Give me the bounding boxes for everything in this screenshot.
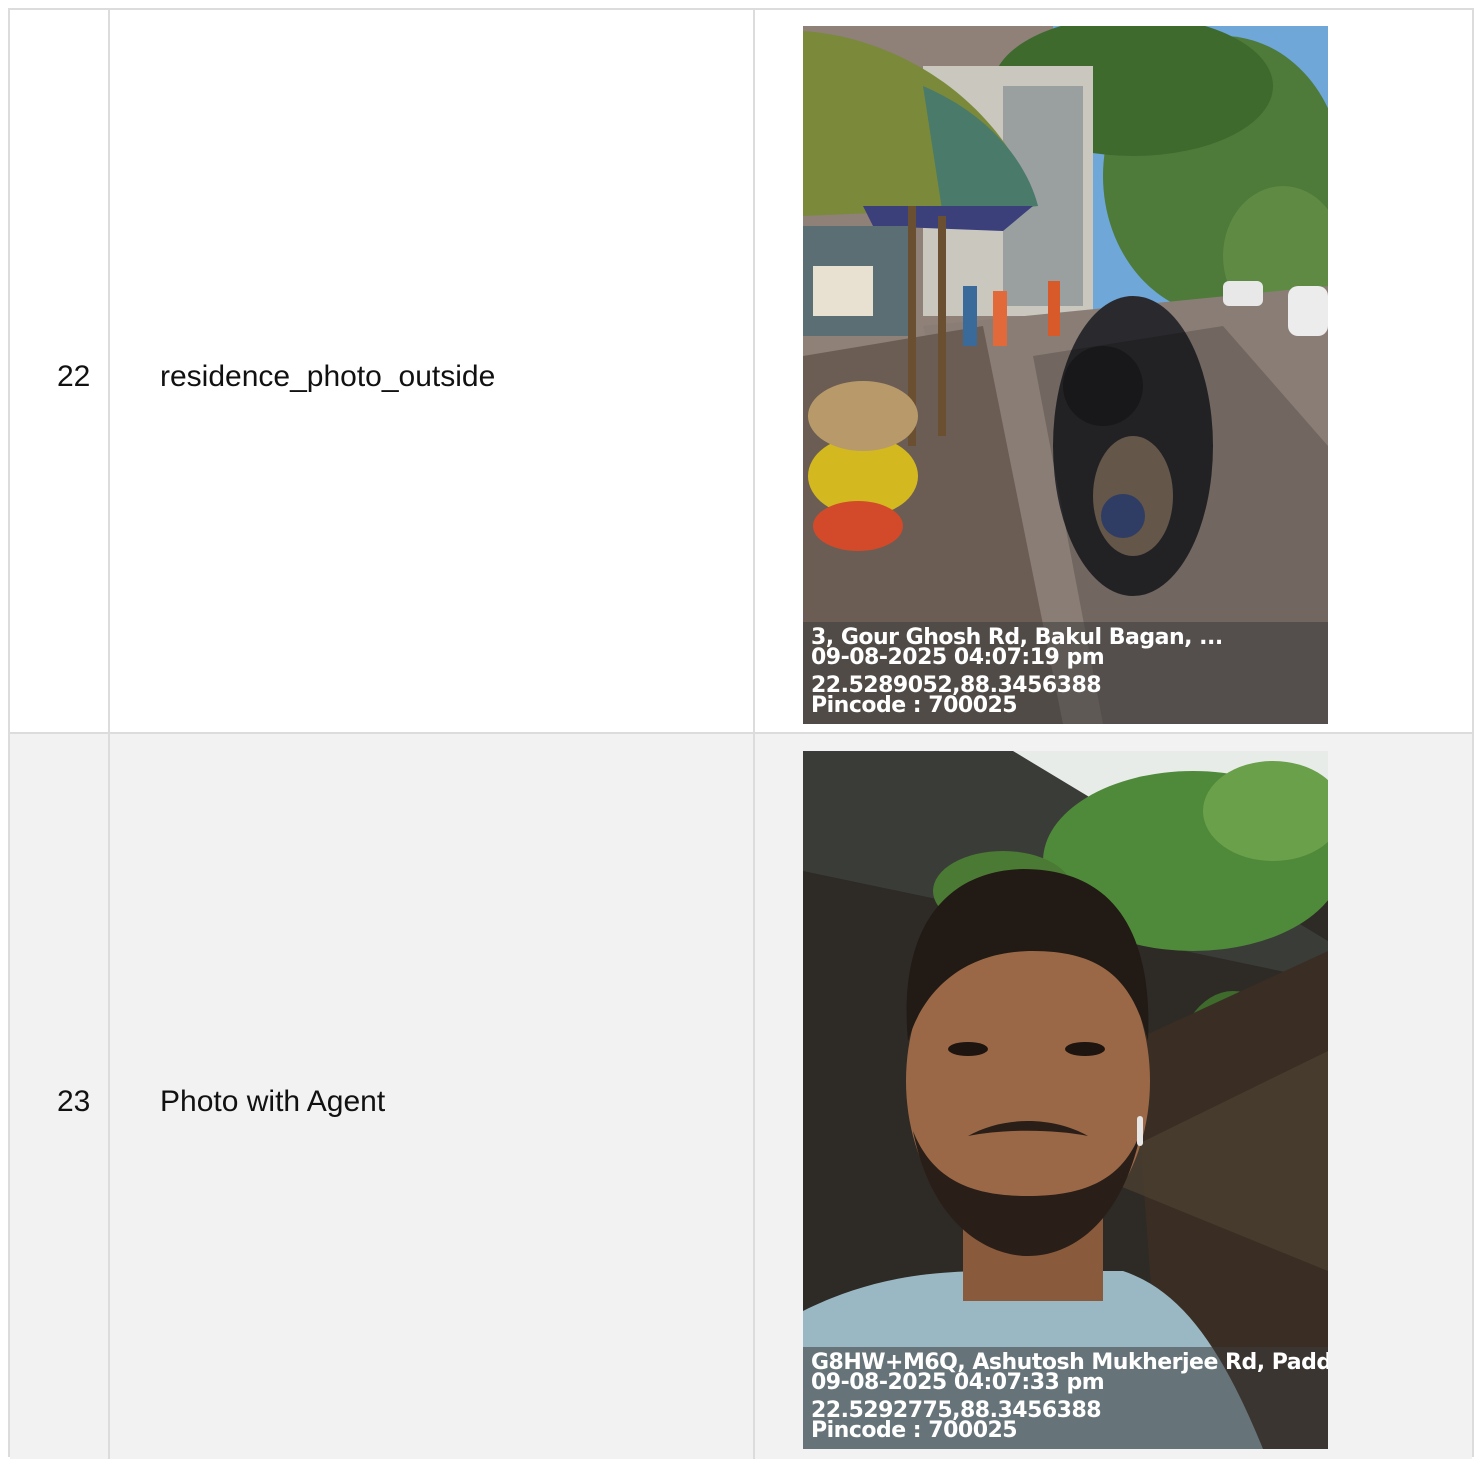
photo-geotag-stamp: 3, Gour Ghosh Rd, Bakul Bagan, ... 09-08…	[803, 622, 1328, 724]
photo-geotag-stamp: G8HW+M6Q, Ashutosh Mukherjee Rd, Padda 0…	[803, 1347, 1328, 1449]
table-row: 22 residence_photo_outside 3, Gour Ghosh…	[10, 10, 1472, 734]
agent-selfie-image	[803, 751, 1328, 1449]
document-table: 22 residence_photo_outside 3, Gour Ghosh…	[8, 8, 1474, 1459]
row-number: 23	[57, 1085, 91, 1118]
stamp-pincode: Pincode : 700025	[811, 1418, 1018, 1443]
document-name: Photo with Agent	[160, 1085, 386, 1118]
street-scene-image	[803, 26, 1328, 724]
row-number-cell: 22	[10, 10, 110, 732]
stamp-datetime: 09-08-2025 04:07:33 pm	[811, 1370, 1105, 1395]
photo-cell: 3, Gour Ghosh Rd, Bakul Bagan, ... 09-08…	[755, 10, 1472, 732]
photo-cell: G8HW+M6Q, Ashutosh Mukherjee Rd, Padda 0…	[755, 734, 1472, 1459]
stamp-pincode: Pincode : 700025	[811, 693, 1018, 718]
stamp-datetime: 09-08-2025 04:07:19 pm	[811, 645, 1105, 670]
agent-photo[interactable]: G8HW+M6Q, Ashutosh Mukherjee Rd, Padda 0…	[803, 751, 1328, 1449]
row-number-cell: 23	[10, 734, 110, 1459]
table-row: 23 Photo with Agent G8HW+M6Q, Ashutosh M…	[10, 734, 1472, 1459]
document-name-cell: Photo with Agent	[110, 734, 755, 1459]
document-name: residence_photo_outside	[160, 360, 496, 393]
residence-photo[interactable]: 3, Gour Ghosh Rd, Bakul Bagan, ... 09-08…	[803, 26, 1328, 724]
row-number: 22	[57, 360, 91, 393]
document-name-cell: residence_photo_outside	[110, 10, 755, 732]
